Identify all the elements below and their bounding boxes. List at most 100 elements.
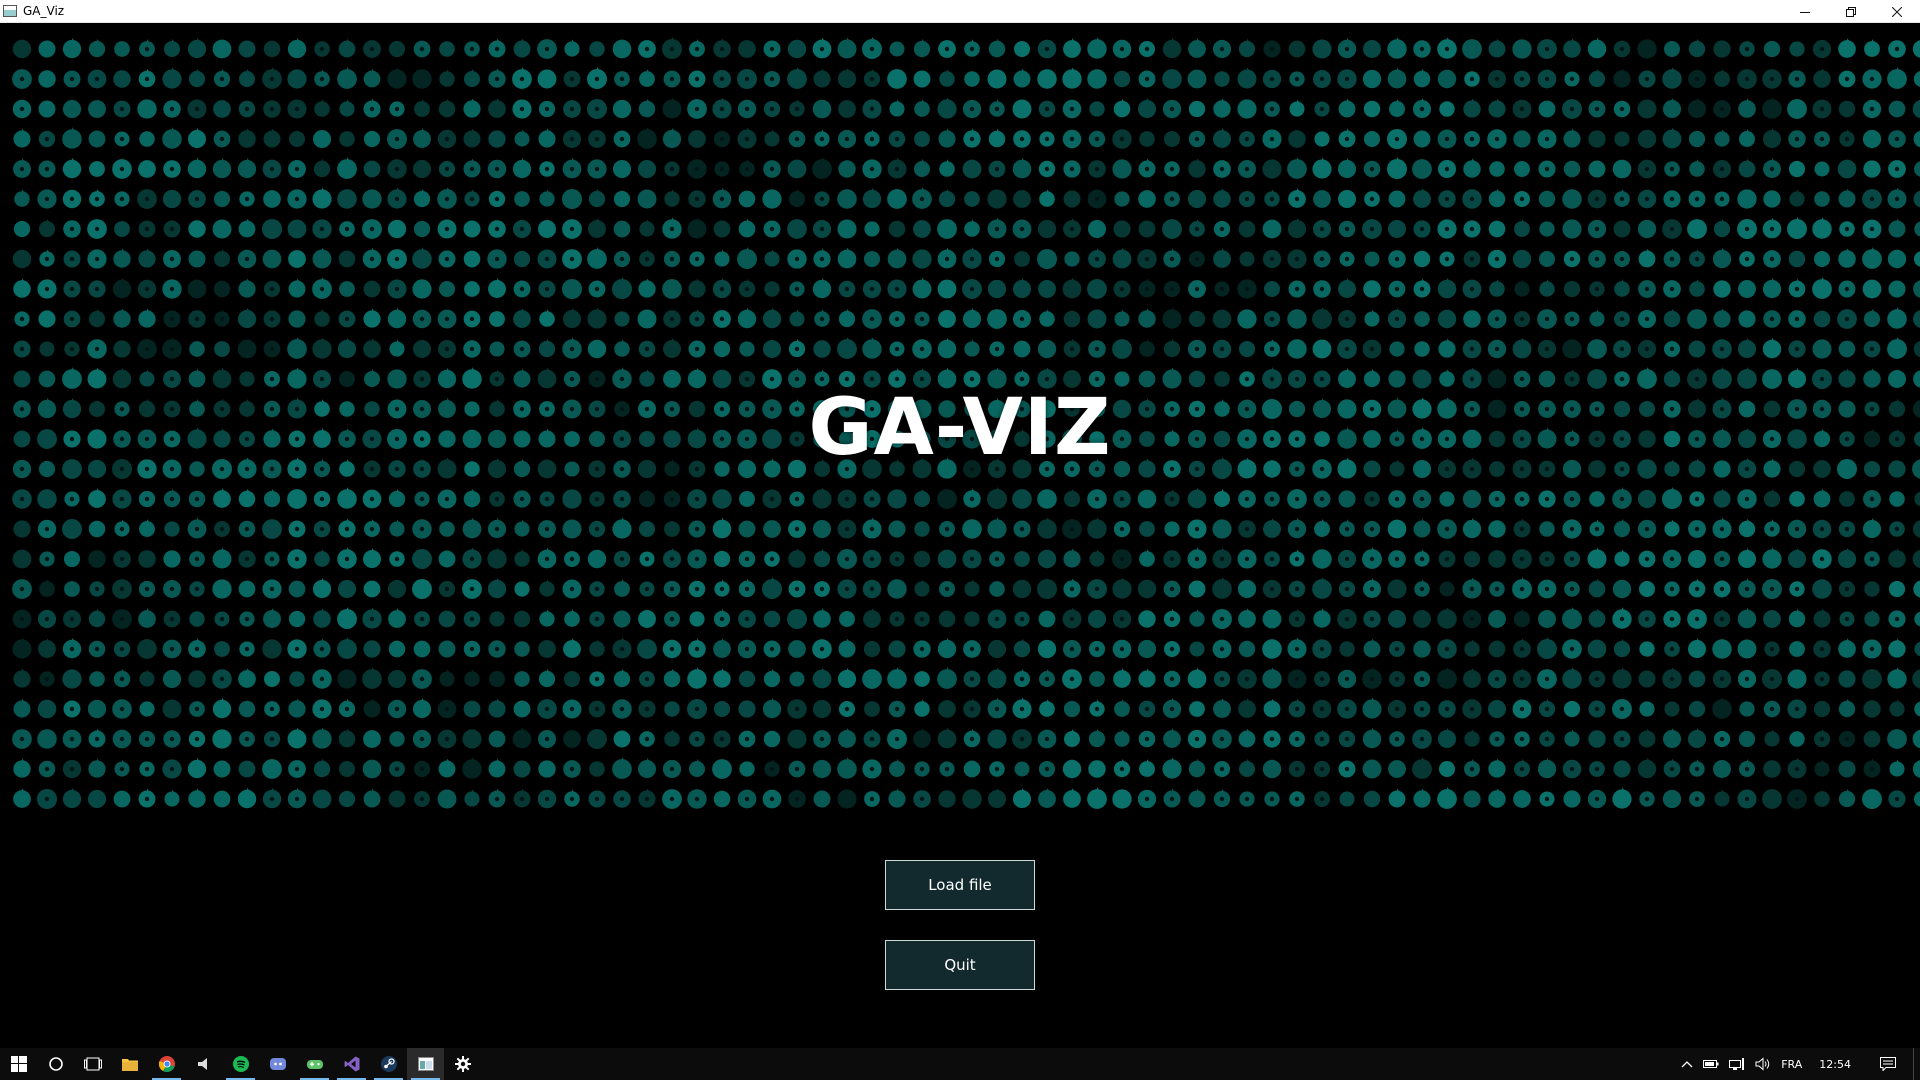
grid-dot xyxy=(1037,69,1057,89)
grid-dot xyxy=(37,789,57,809)
grid-dot xyxy=(562,337,582,359)
grid-dot xyxy=(338,518,356,538)
grid-dot xyxy=(314,99,330,117)
show-desktop-button[interactable] xyxy=(1913,1048,1920,1080)
taskbar-chrome[interactable] xyxy=(148,1048,185,1080)
grid-dot xyxy=(914,99,930,117)
grid-dot xyxy=(1487,69,1507,89)
grid-dot xyxy=(1112,639,1132,659)
grid-dot xyxy=(1013,340,1031,358)
grid-dot xyxy=(1288,760,1306,778)
grid-dot xyxy=(1714,191,1730,207)
grid-dot xyxy=(662,639,682,659)
grid-dot xyxy=(1113,490,1131,508)
grid-dot xyxy=(514,191,530,207)
taskbar-steam[interactable] xyxy=(370,1048,407,1080)
grid-dot xyxy=(238,100,256,118)
grid-dot xyxy=(788,580,806,598)
grid-dot xyxy=(738,578,756,598)
grid-dot xyxy=(1764,729,1780,747)
grid-dot xyxy=(338,760,356,778)
grid-dot xyxy=(1439,581,1455,597)
tray-network[interactable] xyxy=(1724,1048,1750,1080)
taskbar-gamepad[interactable] xyxy=(296,1048,333,1080)
grid-dot xyxy=(1587,37,1607,59)
grid-dot xyxy=(663,70,681,88)
search-button[interactable] xyxy=(37,1048,74,1080)
taskbar-discord[interactable] xyxy=(259,1048,296,1080)
tray-clock[interactable]: 12:54 xyxy=(1807,1048,1863,1080)
minimize-button[interactable] xyxy=(1782,0,1828,23)
grid-dot xyxy=(538,338,556,358)
grid-dot xyxy=(1113,758,1131,778)
grid-dot xyxy=(287,69,307,89)
grid-dot xyxy=(1838,340,1856,358)
grid-dot xyxy=(1387,157,1407,179)
grid-dot xyxy=(1363,520,1381,538)
grid-dot xyxy=(1388,760,1406,778)
grid-dot xyxy=(588,790,606,808)
grid-dot xyxy=(338,698,356,718)
grid-dot xyxy=(62,189,82,209)
grid-dot xyxy=(1088,248,1106,268)
grid-dot xyxy=(1887,67,1907,89)
grid-dot xyxy=(938,610,956,628)
grid-dot xyxy=(662,127,682,149)
grid-dot xyxy=(312,187,332,209)
grid-dot xyxy=(1037,249,1057,269)
grid-dot xyxy=(263,608,281,628)
grid-dot xyxy=(1714,129,1730,147)
grid-dot xyxy=(562,249,582,269)
grid-dot xyxy=(813,608,831,628)
action-center-button[interactable] xyxy=(1863,1048,1913,1080)
grid-dot xyxy=(713,700,731,718)
grid-dot xyxy=(1238,220,1256,238)
grid-dot xyxy=(1238,698,1256,718)
grid-dot xyxy=(1562,219,1582,239)
taskbar-visual-studio[interactable] xyxy=(333,1048,370,1080)
grid-dot xyxy=(62,787,82,809)
grid-dot xyxy=(263,730,281,748)
grid-dot xyxy=(263,670,281,688)
grid-dot xyxy=(1712,639,1732,659)
grid-dot xyxy=(237,787,257,809)
tray-overflow-button[interactable] xyxy=(1676,1048,1698,1080)
tray-volume[interactable] xyxy=(1750,1048,1776,1080)
grid-dot xyxy=(1338,730,1356,748)
grid-dot xyxy=(989,761,1005,777)
grid-dot xyxy=(162,337,182,359)
grid-dot xyxy=(1862,219,1882,239)
start-button[interactable] xyxy=(0,1048,37,1080)
grid-dot xyxy=(713,38,731,58)
taskbar-settings[interactable] xyxy=(444,1048,481,1080)
grid-dot xyxy=(1438,760,1456,778)
quit-button[interactable]: Quit xyxy=(885,940,1035,990)
grid-dot xyxy=(1038,280,1056,298)
grid-dot xyxy=(1838,730,1856,748)
grid-dot xyxy=(837,579,857,599)
grid-dot xyxy=(1313,670,1331,688)
restore-button[interactable] xyxy=(1828,0,1874,23)
taskbar-media[interactable] xyxy=(185,1048,222,1080)
grid-dot xyxy=(1213,698,1231,718)
grid-dot xyxy=(914,579,930,597)
grid-dot xyxy=(88,308,106,328)
close-button[interactable] xyxy=(1874,0,1920,23)
grid-dot xyxy=(537,249,557,269)
taskbar-spotify[interactable] xyxy=(222,1048,259,1080)
grid-dot xyxy=(838,160,856,178)
grid-dot xyxy=(1388,250,1406,268)
grid-dot xyxy=(1639,791,1655,807)
grid-dot xyxy=(762,697,782,719)
grid-dot xyxy=(537,547,557,569)
load-file-button[interactable]: Load file xyxy=(885,860,1035,910)
grid-dot xyxy=(714,249,730,267)
taskbar-ga-viz[interactable] xyxy=(407,1048,444,1080)
tray-language[interactable]: FRA xyxy=(1776,1048,1807,1080)
task-view-button[interactable] xyxy=(74,1048,111,1080)
taskbar-file-explorer[interactable] xyxy=(111,1048,148,1080)
tray-battery[interactable] xyxy=(1698,1048,1724,1080)
window-title-bar[interactable]: GA_Viz xyxy=(0,0,1920,23)
grid-dot xyxy=(963,728,981,748)
grid-dot xyxy=(1664,161,1680,177)
